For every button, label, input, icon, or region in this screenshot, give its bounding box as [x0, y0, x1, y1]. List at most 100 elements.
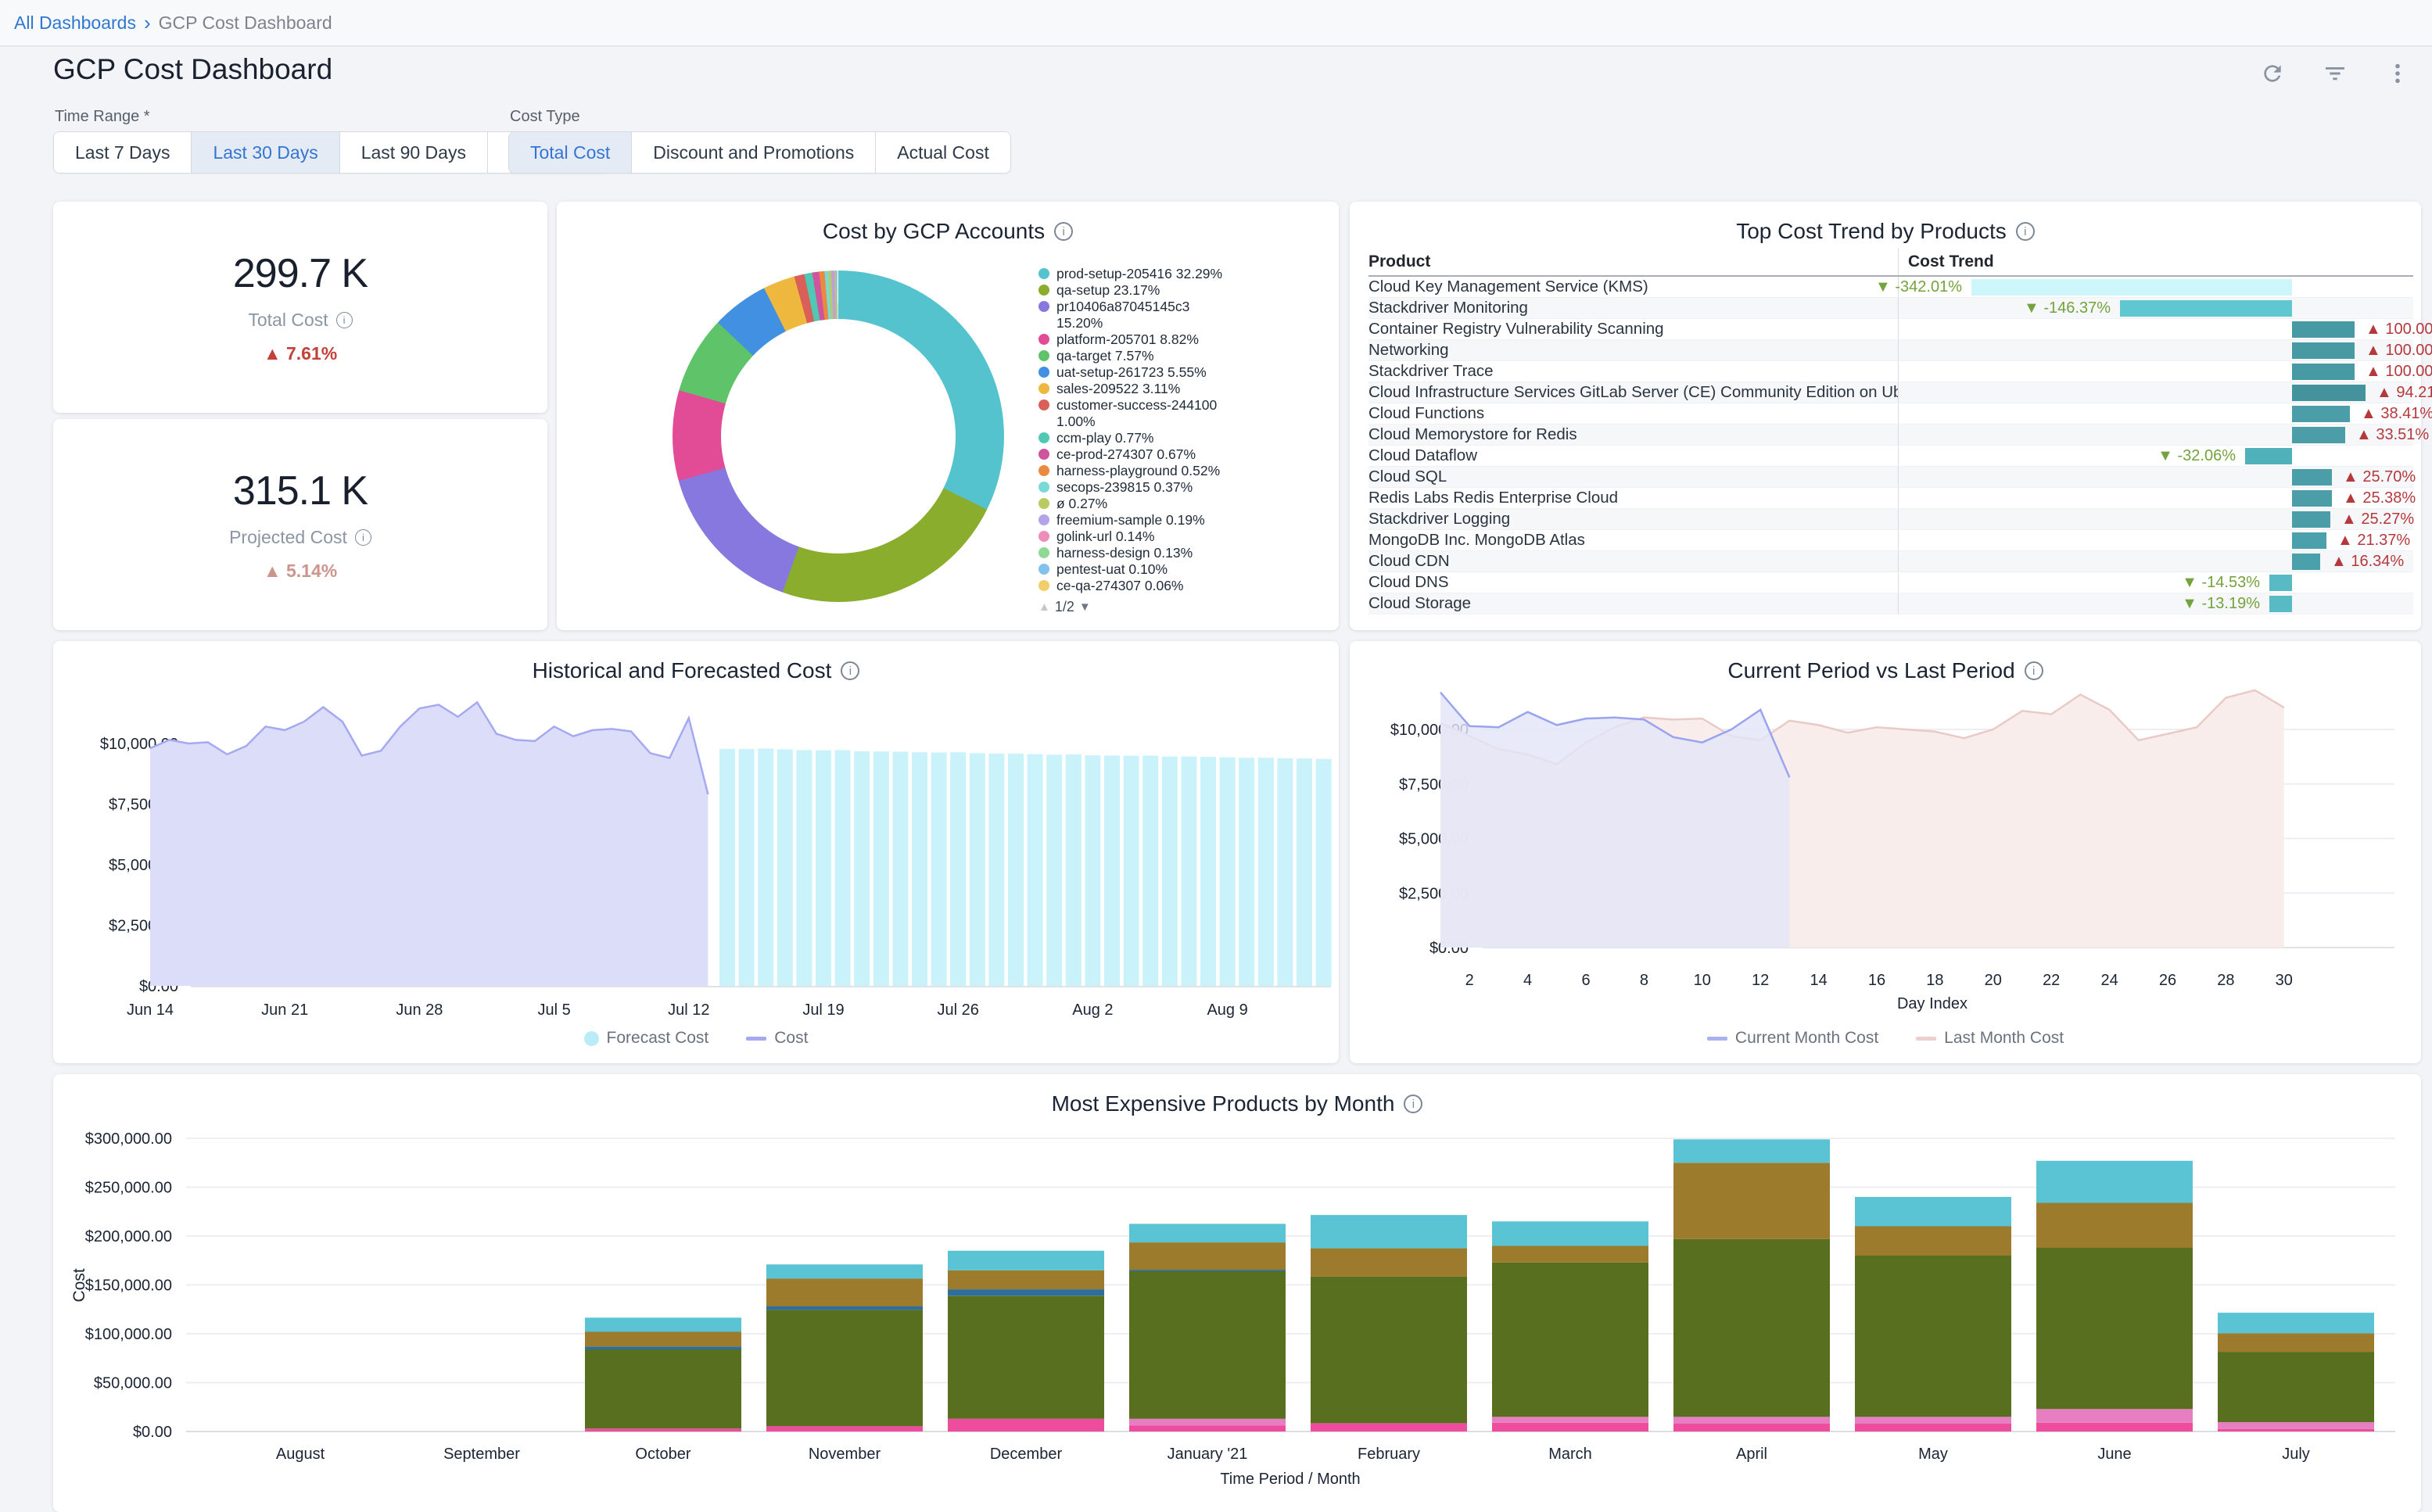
table-row[interactable]: Stackdriver Trace▲ 100.00%	[1368, 361, 2413, 382]
svg-text:28: 28	[2217, 972, 2234, 989]
cost-type-segmented-control: Total CostDiscount and PromotionsActual …	[508, 131, 1011, 174]
more-options-button[interactable]	[2384, 59, 2412, 88]
trend-value: ▲ 25.70%	[2343, 467, 2416, 488]
legend-item[interactable]: Forecast Cost	[584, 1029, 709, 1048]
legend-label: prod-setup-205416 32.29%	[1056, 266, 1230, 282]
cost-trend-cell: ▲ 94.21%	[1898, 382, 2413, 403]
svg-text:$0.00: $0.00	[133, 1424, 172, 1441]
product-cell: Cloud Key Management Service (KMS)	[1368, 278, 1898, 296]
table-row[interactable]: Redis Labs Redis Enterprise Cloud▲ 25.38…	[1368, 488, 2413, 509]
table-row[interactable]: Container Registry Vulnerability Scannin…	[1368, 319, 2413, 340]
svg-text:12: 12	[1752, 972, 1769, 989]
info-icon[interactable]: i	[355, 529, 371, 546]
cost-trend-cell: ▲ 25.70%	[1898, 467, 2413, 487]
cost-trend-cell: ▼ -13.19%	[1898, 593, 2413, 614]
time-range-option-last-30-days[interactable]: Last 30 Days	[191, 132, 339, 173]
current-vs-last-chart[interactable]: $0.00$2,500.00$5,000.00$7,500.00$10,000.…	[1350, 641, 2421, 1029]
legend-item[interactable]: platform-205701 8.82%	[1038, 331, 1236, 348]
header-actions	[2258, 59, 2412, 88]
svg-text:6: 6	[1581, 972, 1590, 989]
svg-text:March: March	[1548, 1446, 1592, 1463]
table-row[interactable]: Cloud Memorystore for Redis▲ 33.51%	[1368, 425, 2413, 446]
legend-item[interactable]: harness-design 0.13%	[1038, 545, 1236, 561]
info-icon[interactable]: i	[1054, 222, 1073, 241]
svg-text:20: 20	[1985, 972, 2002, 989]
refresh-button[interactable]	[2258, 59, 2287, 88]
legend-item[interactable]: freemium-sample 0.19%	[1038, 512, 1236, 528]
table-row[interactable]: Cloud Storage▼ -13.19%	[1368, 593, 2413, 614]
breadcrumb-all-dashboards-link[interactable]: All Dashboards	[14, 13, 136, 34]
legend-item[interactable]: pr10406a87045145c3 15.20%	[1038, 299, 1236, 331]
legend-swatch	[1038, 482, 1049, 493]
trend-bar	[2292, 532, 2326, 549]
trend-bar	[2292, 364, 2355, 380]
legend-item[interactable]: uat-setup-261723 5.55%	[1038, 364, 1236, 381]
monthly-products-chart[interactable]: $0.00$50,000.00$100,000.00$150,000.00$20…	[53, 1074, 2421, 1512]
table-row[interactable]: Cloud SQL▲ 25.70%	[1368, 467, 2413, 488]
legend-item[interactable]: Last Month Cost	[1916, 1029, 2064, 1048]
trend-value: ▲ 100.00%	[2366, 340, 2432, 361]
info-icon[interactable]: i	[2016, 222, 2035, 241]
product-cell: Networking	[1368, 341, 1898, 360]
legend-item[interactable]: golink-url 0.14%	[1038, 528, 1236, 545]
legend-item[interactable]: ce-prod-274307 0.67%	[1038, 446, 1236, 463]
legend-swatch	[1038, 498, 1049, 509]
legend-item[interactable]: ce-qa-274307 0.06%	[1038, 578, 1236, 594]
legend-swatch	[1038, 580, 1049, 591]
cost-trend-cell: ▲ 25.38%	[1898, 488, 2413, 508]
product-column-header[interactable]: Product	[1368, 253, 1898, 271]
legend-label: ce-prod-274307 0.67%	[1056, 446, 1230, 463]
table-row[interactable]: Cloud Dataflow▼ -32.06%	[1368, 446, 2413, 467]
legend-label: uat-setup-261723 5.55%	[1056, 364, 1230, 381]
svg-text:30: 30	[2276, 972, 2293, 989]
legend-item[interactable]: sales-209522 3.11%	[1038, 381, 1236, 397]
table-row[interactable]: MongoDB Inc. MongoDB Atlas▲ 21.37%	[1368, 530, 2413, 551]
svg-text:8: 8	[1640, 972, 1648, 989]
gcp-accounts-donut-chart[interactable]	[673, 271, 1004, 602]
cost-by-gcp-accounts-card: Cost by GCP Accountsi prod-setup-205416 …	[557, 202, 1339, 630]
cost-trend-cell: ▲ 100.00%	[1898, 361, 2413, 382]
table-row[interactable]: Cloud Functions▲ 38.41%	[1368, 403, 2413, 425]
table-row[interactable]: Cloud Key Management Service (KMS)▼ -342…	[1368, 277, 2413, 298]
legend-swatch	[1038, 531, 1049, 542]
table-row[interactable]: Cloud DNS▼ -14.53%	[1368, 572, 2413, 593]
legend-item[interactable]: customer-success-244100 1.00%	[1038, 397, 1236, 430]
legend-page-up-icon[interactable]: ▲	[1038, 599, 1050, 615]
cost-type-option-discount-and-promotions[interactable]: Discount and Promotions	[631, 132, 875, 173]
breadcrumb-current: GCP Cost Dashboard	[159, 13, 332, 34]
svg-text:November: November	[809, 1446, 881, 1463]
filter-button[interactable]	[2321, 59, 2349, 88]
trend-bar	[2292, 511, 2330, 528]
legend-item[interactable]: Current Month Cost	[1707, 1029, 1878, 1048]
historical-forecast-chart[interactable]: $0.00$2,500.00$5,000.00$7,500.00$10,000.…	[53, 641, 1339, 1029]
cost-trend-column-header[interactable]: Cost Trend	[1898, 249, 2413, 275]
legend-label: qa-target 7.57%	[1056, 348, 1230, 364]
svg-text:September: September	[443, 1446, 520, 1463]
legend-item[interactable]: secops-239815 0.37%	[1038, 479, 1236, 496]
table-row[interactable]: Cloud Infrastructure Services GitLab Ser…	[1368, 382, 2413, 403]
legend-item[interactable]: qa-setup 23.17%	[1038, 282, 1236, 299]
cost-type-option-total-cost[interactable]: Total Cost	[509, 132, 631, 173]
legend-item[interactable]: pentest-uat 0.10%	[1038, 561, 1236, 578]
time-range-option-last-90-days[interactable]: Last 90 Days	[339, 132, 487, 173]
legend-page-down-icon[interactable]: ▼	[1079, 599, 1091, 615]
time-range-option-last-7-days[interactable]: Last 7 Days	[54, 132, 191, 173]
legend-item[interactable]: prod-setup-205416 32.29%	[1038, 266, 1236, 282]
legend-item[interactable]: ø 0.27%	[1038, 496, 1236, 512]
legend-label: golink-url 0.14%	[1056, 528, 1230, 545]
legend-item[interactable]: qa-target 7.57%	[1038, 348, 1236, 364]
legend-item[interactable]: harness-playground 0.52%	[1038, 463, 1236, 479]
cost-type-option-actual-cost[interactable]: Actual Cost	[875, 132, 1010, 173]
legend-item[interactable]: ccm-play 0.77%	[1038, 430, 1236, 446]
table-row[interactable]: Networking▲ 100.00%	[1368, 340, 2413, 361]
info-icon[interactable]: i	[336, 312, 353, 328]
svg-text:Aug 2: Aug 2	[1072, 1001, 1113, 1019]
table-row[interactable]: Stackdriver Monitoring▼ -146.37%	[1368, 298, 2413, 319]
top-cost-trend-card: Top Cost Trend by Productsi Product Cost…	[1350, 202, 2421, 630]
table-row[interactable]: Cloud CDN▲ 16.34%	[1368, 551, 2413, 572]
legend-item[interactable]: Cost	[746, 1029, 808, 1048]
trend-value: ▼ -146.37%	[2024, 298, 2111, 319]
historical-forecast-card: Historical and Forecasted Costi $0.00$2,…	[53, 641, 1339, 1063]
svg-text:May: May	[1918, 1446, 1948, 1463]
table-row[interactable]: Stackdriver Logging▲ 25.27%	[1368, 509, 2413, 530]
